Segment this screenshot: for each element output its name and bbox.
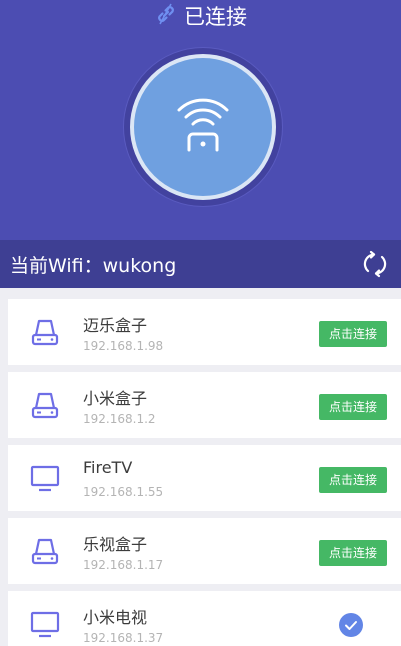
device-ip: 192.168.1.98 (83, 339, 164, 353)
connection-status: 已连接 (0, 0, 401, 32)
device-name: 乐视盒子 (83, 535, 148, 554)
connect-circle-button[interactable] (130, 54, 276, 200)
set-top-box-icon (30, 536, 60, 570)
device-item[interactable]: 乐视盒子 192.168.1.17 点击连接 (8, 518, 401, 584)
set-top-box-icon (30, 317, 60, 351)
device-name: FireTV (83, 458, 133, 477)
device-item[interactable]: FireTV 192.168.1.55 点击连接 (8, 445, 401, 511)
current-wifi-bar: 当前Wifi：wukong (0, 240, 401, 288)
device-ip: 192.168.1.2 (83, 412, 156, 426)
connection-header: 已连接 当前Wifi：wukong (0, 0, 401, 288)
device-name: 迈乐盒子 (83, 316, 148, 335)
current-wifi-label: 当前Wifi：wukong (10, 254, 177, 277)
device-list: 迈乐盒子 192.168.1.98 点击连接 小米盒子 192.168.1.2 … (0, 288, 401, 646)
connect-button[interactable]: 点击连接 (319, 321, 387, 347)
device-item[interactable]: 小米盒子 192.168.1.2 点击连接 (8, 372, 401, 438)
refresh-icon[interactable] (361, 250, 389, 278)
device-item[interactable]: 迈乐盒子 192.168.1.98 点击连接 (8, 299, 401, 365)
device-ip: 192.168.1.17 (83, 558, 164, 572)
tv-icon (30, 609, 60, 643)
device-name: 小米电视 (83, 608, 148, 627)
set-top-box-icon (30, 390, 60, 424)
wifi-remote-icon (173, 94, 233, 160)
link-icon (154, 2, 178, 30)
connect-button[interactable]: 点击连接 (319, 467, 387, 493)
status-label: 已连接 (184, 5, 247, 29)
device-item[interactable]: 小米电视 192.168.1.37 (8, 591, 401, 646)
connect-button[interactable]: 点击连接 (319, 540, 387, 566)
tv-icon (30, 463, 60, 497)
connect-button[interactable]: 点击连接 (319, 394, 387, 420)
device-ip: 192.168.1.37 (83, 631, 164, 645)
device-ip: 192.168.1.55 (83, 485, 164, 499)
device-name: 小米盒子 (83, 389, 148, 408)
check-circle-icon (339, 613, 363, 637)
